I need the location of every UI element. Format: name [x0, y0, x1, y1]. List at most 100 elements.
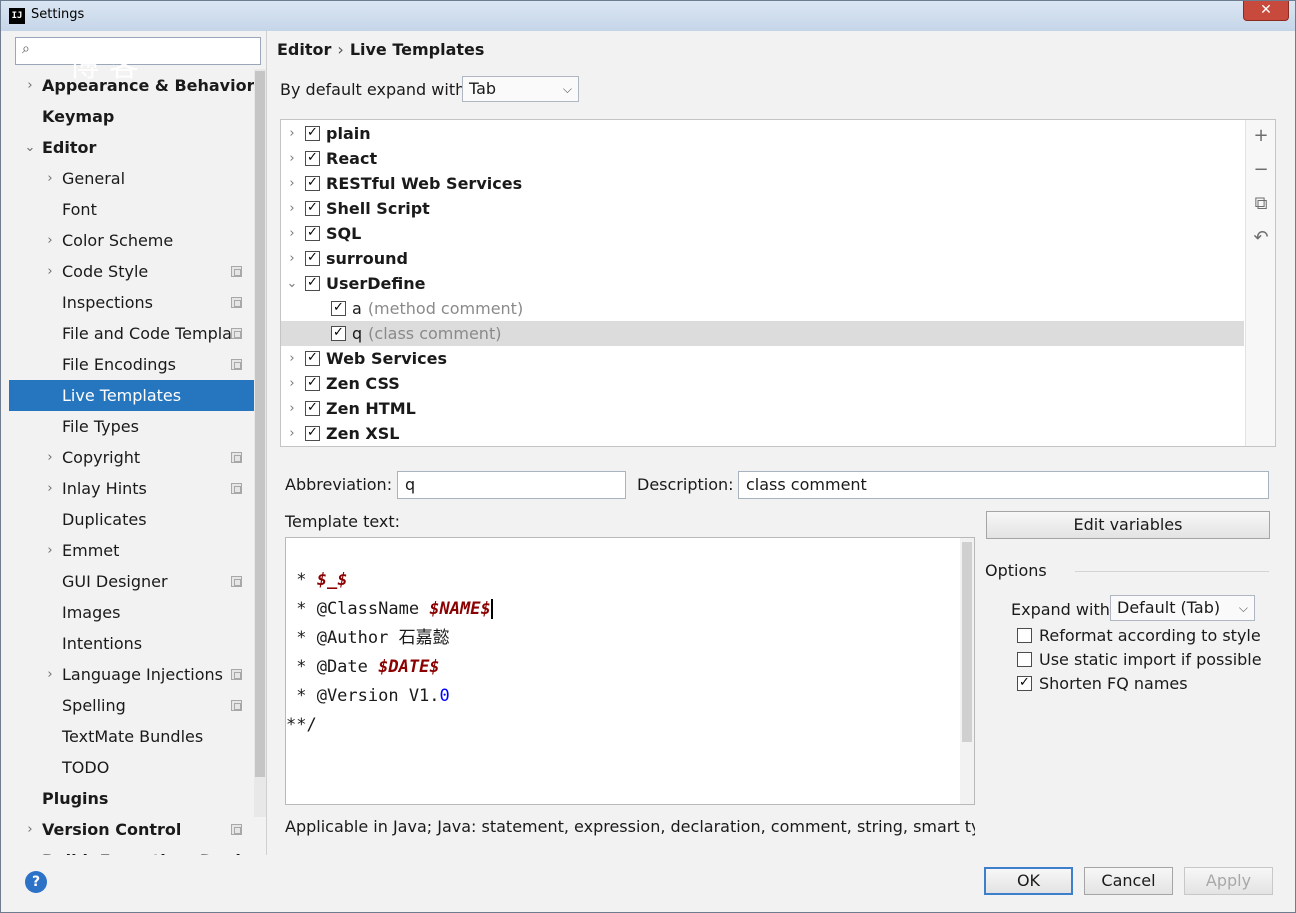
chevron-right-icon[interactable]: › — [285, 421, 299, 446]
template-text-editor[interactable]: * $_$ * @ClassName $NAME$ * @Author 石嘉懿 … — [285, 537, 975, 805]
chevron-right-icon[interactable]: › — [43, 473, 57, 504]
sidebar-item-live-templates[interactable]: Live Templates — [9, 380, 266, 411]
sidebar-item-plugins[interactable]: Plugins — [9, 783, 266, 814]
close-window-button[interactable]: ✕ — [1243, 1, 1289, 21]
chevron-down-icon[interactable]: ⌄ — [285, 271, 299, 296]
sidebar-item-todo[interactable]: TODO — [9, 752, 266, 783]
sidebar-item-file-and-code-templa[interactable]: File and Code Templa — [9, 318, 266, 349]
option-checkbox[interactable] — [1017, 652, 1032, 667]
sidebar-item-emmet[interactable]: › Emmet — [9, 535, 266, 566]
chevron-right-icon[interactable]: › — [43, 163, 57, 194]
sidebar-item-language-injections[interactable]: › Language Injections — [9, 659, 266, 690]
template-row-plain[interactable]: › ✓ plain — [281, 121, 1244, 146]
chevron-down-icon[interactable]: ⌄ — [23, 132, 37, 163]
remove-template-icon[interactable]: − — [1251, 160, 1271, 180]
sidebar-item-file-types[interactable]: File Types — [9, 411, 266, 442]
template-row-a[interactable]: ✓ a (method comment) — [281, 296, 1244, 321]
default-expand-select[interactable]: Tab ⌵ — [462, 76, 579, 102]
sidebar-item-build-execution-deployment[interactable]: › Build, Execution, Deployment — [9, 845, 266, 855]
sidebar-scrollbar[interactable] — [254, 69, 266, 817]
template-enabled-checkbox[interactable]: ✓ — [305, 201, 320, 216]
code-text: * @ClassName — [286, 599, 430, 619]
template-row-zen-xsl[interactable]: › ✓ Zen XSL — [281, 421, 1244, 446]
template-enabled-checkbox[interactable]: ✓ — [305, 351, 320, 366]
sidebar-item-copyright[interactable]: › Copyright — [9, 442, 266, 473]
description-input[interactable]: class comment — [738, 471, 1269, 499]
sidebar-item-spelling[interactable]: Spelling — [9, 690, 266, 721]
sidebar-item-images[interactable]: Images — [9, 597, 266, 628]
chevron-right-icon[interactable]: › — [285, 396, 299, 421]
sidebar-item-font[interactable]: Font — [9, 194, 266, 225]
chevron-right-icon[interactable]: › — [43, 659, 57, 690]
chevron-right-icon[interactable]: › — [285, 146, 299, 171]
add-template-icon[interactable]: + — [1251, 126, 1271, 146]
sidebar-item-inlay-hints[interactable]: › Inlay Hints — [9, 473, 266, 504]
template-row-sql[interactable]: › ✓ SQL — [281, 221, 1244, 246]
sidebar-item-file-encodings[interactable]: File Encodings — [9, 349, 266, 380]
template-enabled-checkbox[interactable]: ✓ — [331, 301, 346, 316]
abbreviation-input[interactable]: q — [397, 471, 626, 499]
template-enabled-checkbox[interactable]: ✓ — [305, 401, 320, 416]
template-row-shell-script[interactable]: › ✓ Shell Script — [281, 196, 1244, 221]
expand-with-select[interactable]: Default (Tab) ⌵ — [1110, 595, 1255, 621]
template-row-web-services[interactable]: › ✓ Web Services — [281, 346, 1244, 371]
chevron-right-icon[interactable]: › — [43, 442, 57, 473]
sidebar-item-inspections[interactable]: Inspections — [9, 287, 266, 318]
apply-button[interactable]: Apply — [1184, 867, 1273, 895]
sidebar-item-gui-designer[interactable]: GUI Designer — [9, 566, 266, 597]
chevron-right-icon[interactable]: › — [43, 256, 57, 287]
sidebar-item-keymap[interactable]: Keymap — [9, 101, 266, 132]
help-icon[interactable]: ? — [25, 871, 47, 893]
template-row-zen-html[interactable]: › ✓ Zen HTML — [281, 396, 1244, 421]
template-row-restful-web-services[interactable]: › ✓ RESTful Web Services — [281, 171, 1244, 196]
template-enabled-checkbox[interactable]: ✓ — [305, 426, 320, 441]
template-row-q[interactable]: ✓ q (class comment) — [281, 321, 1244, 346]
copy-template-icon[interactable]: ⧉ — [1251, 194, 1271, 214]
template-enabled-checkbox[interactable]: ✓ — [305, 126, 320, 141]
chevron-right-icon[interactable]: › — [23, 845, 37, 855]
chevron-right-icon[interactable]: › — [43, 225, 57, 256]
option-checkbox[interactable]: ✓ — [1017, 676, 1032, 691]
template-enabled-checkbox[interactable]: ✓ — [305, 276, 320, 291]
chevron-right-icon[interactable]: › — [285, 346, 299, 371]
sidebar-item-intentions[interactable]: Intentions — [9, 628, 266, 659]
sidebar-scrollbar-thumb[interactable] — [255, 71, 265, 777]
chevron-right-icon[interactable]: › — [285, 371, 299, 396]
edit-variables-button[interactable]: Edit variables — [986, 511, 1270, 539]
sidebar-item-label: TextMate Bundles — [62, 727, 204, 746]
cancel-button[interactable]: Cancel — [1084, 867, 1173, 895]
restore-defaults-icon[interactable]: ↶ — [1251, 228, 1271, 248]
template-enabled-checkbox[interactable]: ✓ — [305, 251, 320, 266]
template-enabled-checkbox[interactable]: ✓ — [305, 226, 320, 241]
chevron-right-icon[interactable]: › — [285, 246, 299, 271]
sidebar-item-version-control[interactable]: › Version Control — [9, 814, 266, 845]
sidebar-item-code-style[interactable]: › Code Style — [9, 256, 266, 287]
breadcrumb-editor[interactable]: Editor — [277, 40, 331, 59]
chevron-right-icon[interactable]: › — [23, 70, 37, 101]
template-enabled-checkbox[interactable]: ✓ — [305, 176, 320, 191]
template-enabled-checkbox[interactable]: ✓ — [331, 326, 346, 341]
sidebar-item-appearance-behavior[interactable]: › Appearance & Behavior — [9, 70, 266, 101]
chevron-right-icon[interactable]: › — [43, 535, 57, 566]
template-enabled-checkbox[interactable]: ✓ — [305, 151, 320, 166]
applicable-contexts-text[interactable]: Applicable in Java; Java: statement, exp… — [285, 817, 975, 836]
chevron-right-icon[interactable]: › — [285, 221, 299, 246]
chevron-right-icon[interactable]: › — [285, 171, 299, 196]
option-checkbox[interactable] — [1017, 628, 1032, 643]
template-row-react[interactable]: › ✓ React — [281, 146, 1244, 171]
ok-button[interactable]: OK — [984, 867, 1073, 895]
template-enabled-checkbox[interactable]: ✓ — [305, 376, 320, 391]
template-row-surround[interactable]: › ✓ surround — [281, 246, 1244, 271]
chevron-right-icon[interactable]: › — [285, 196, 299, 221]
editor-scrollbar-thumb[interactable] — [962, 542, 972, 742]
sidebar-item-editor[interactable]: ⌄ Editor — [9, 132, 266, 163]
chevron-right-icon[interactable]: › — [23, 814, 37, 845]
sidebar-item-color-scheme[interactable]: › Color Scheme — [9, 225, 266, 256]
template-row-zen-css[interactable]: › ✓ Zen CSS — [281, 371, 1244, 396]
editor-scrollbar[interactable] — [960, 538, 974, 804]
sidebar-item-duplicates[interactable]: Duplicates — [9, 504, 266, 535]
sidebar-item-textmate-bundles[interactable]: TextMate Bundles — [9, 721, 266, 752]
sidebar-item-general[interactable]: › General — [9, 163, 266, 194]
chevron-right-icon[interactable]: › — [285, 121, 299, 146]
template-row-userdefine[interactable]: ⌄ ✓ UserDefine — [281, 271, 1244, 296]
